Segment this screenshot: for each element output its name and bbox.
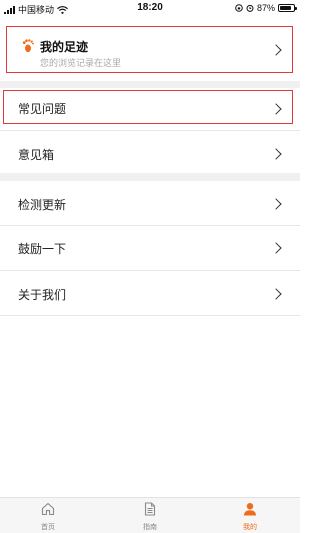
menu-item-label: 鼓励一下	[18, 242, 67, 256]
menu-item-about-us[interactable]: 关于我们	[0, 271, 300, 315]
chevron-right-icon	[270, 103, 282, 115]
tab-label: 指南	[143, 523, 157, 531]
battery-icon	[278, 4, 297, 12]
document-icon	[144, 502, 156, 516]
chevron-right-icon	[270, 198, 282, 210]
section-gap	[0, 173, 300, 181]
tab-mine[interactable]: 我的	[220, 498, 280, 533]
menu-item-label: 意见箱	[18, 148, 55, 162]
chevron-right-icon	[270, 288, 282, 300]
section-gap	[0, 81, 300, 88]
menu-item-check-update[interactable]: 检测更新	[0, 181, 300, 225]
status-right: 87%	[235, 3, 297, 13]
battery-percent: 87%	[256, 3, 275, 13]
tab-bar: 首页 指南 我的	[0, 497, 300, 533]
tab-guide[interactable]: 指南	[120, 498, 180, 533]
menu-item-label: 检测更新	[18, 198, 67, 212]
menu-item-encourage[interactable]: 鼓励一下	[0, 226, 300, 270]
home-icon	[41, 502, 55, 516]
footprint-subtitle: 您的浏览记录在这里	[40, 59, 122, 69]
menu-item-faq[interactable]: 常见问题	[0, 88, 300, 130]
status-bar: 中国移动 18:20 87%	[0, 0, 300, 18]
chevron-right-icon	[270, 242, 282, 254]
tab-label: 首页	[41, 523, 55, 531]
tab-label: 我的	[243, 523, 257, 531]
chevron-right-icon	[270, 44, 282, 56]
tab-home[interactable]: 首页	[18, 498, 78, 533]
footprints-icon	[22, 39, 34, 53]
footprint-row[interactable]: 我的足迹 您的浏览记录在这里	[0, 27, 300, 73]
menu-item-feedback[interactable]: 意见箱	[0, 131, 300, 173]
footprint-title: 我的足迹	[40, 40, 89, 54]
chevron-right-icon	[270, 148, 282, 160]
divider	[0, 315, 300, 316]
user-icon	[244, 503, 256, 516]
alarm-icon	[246, 4, 254, 12]
menu-item-label: 常见问题	[18, 102, 67, 116]
menu-item-label: 关于我们	[18, 288, 67, 302]
orientation-lock-icon	[235, 4, 243, 12]
